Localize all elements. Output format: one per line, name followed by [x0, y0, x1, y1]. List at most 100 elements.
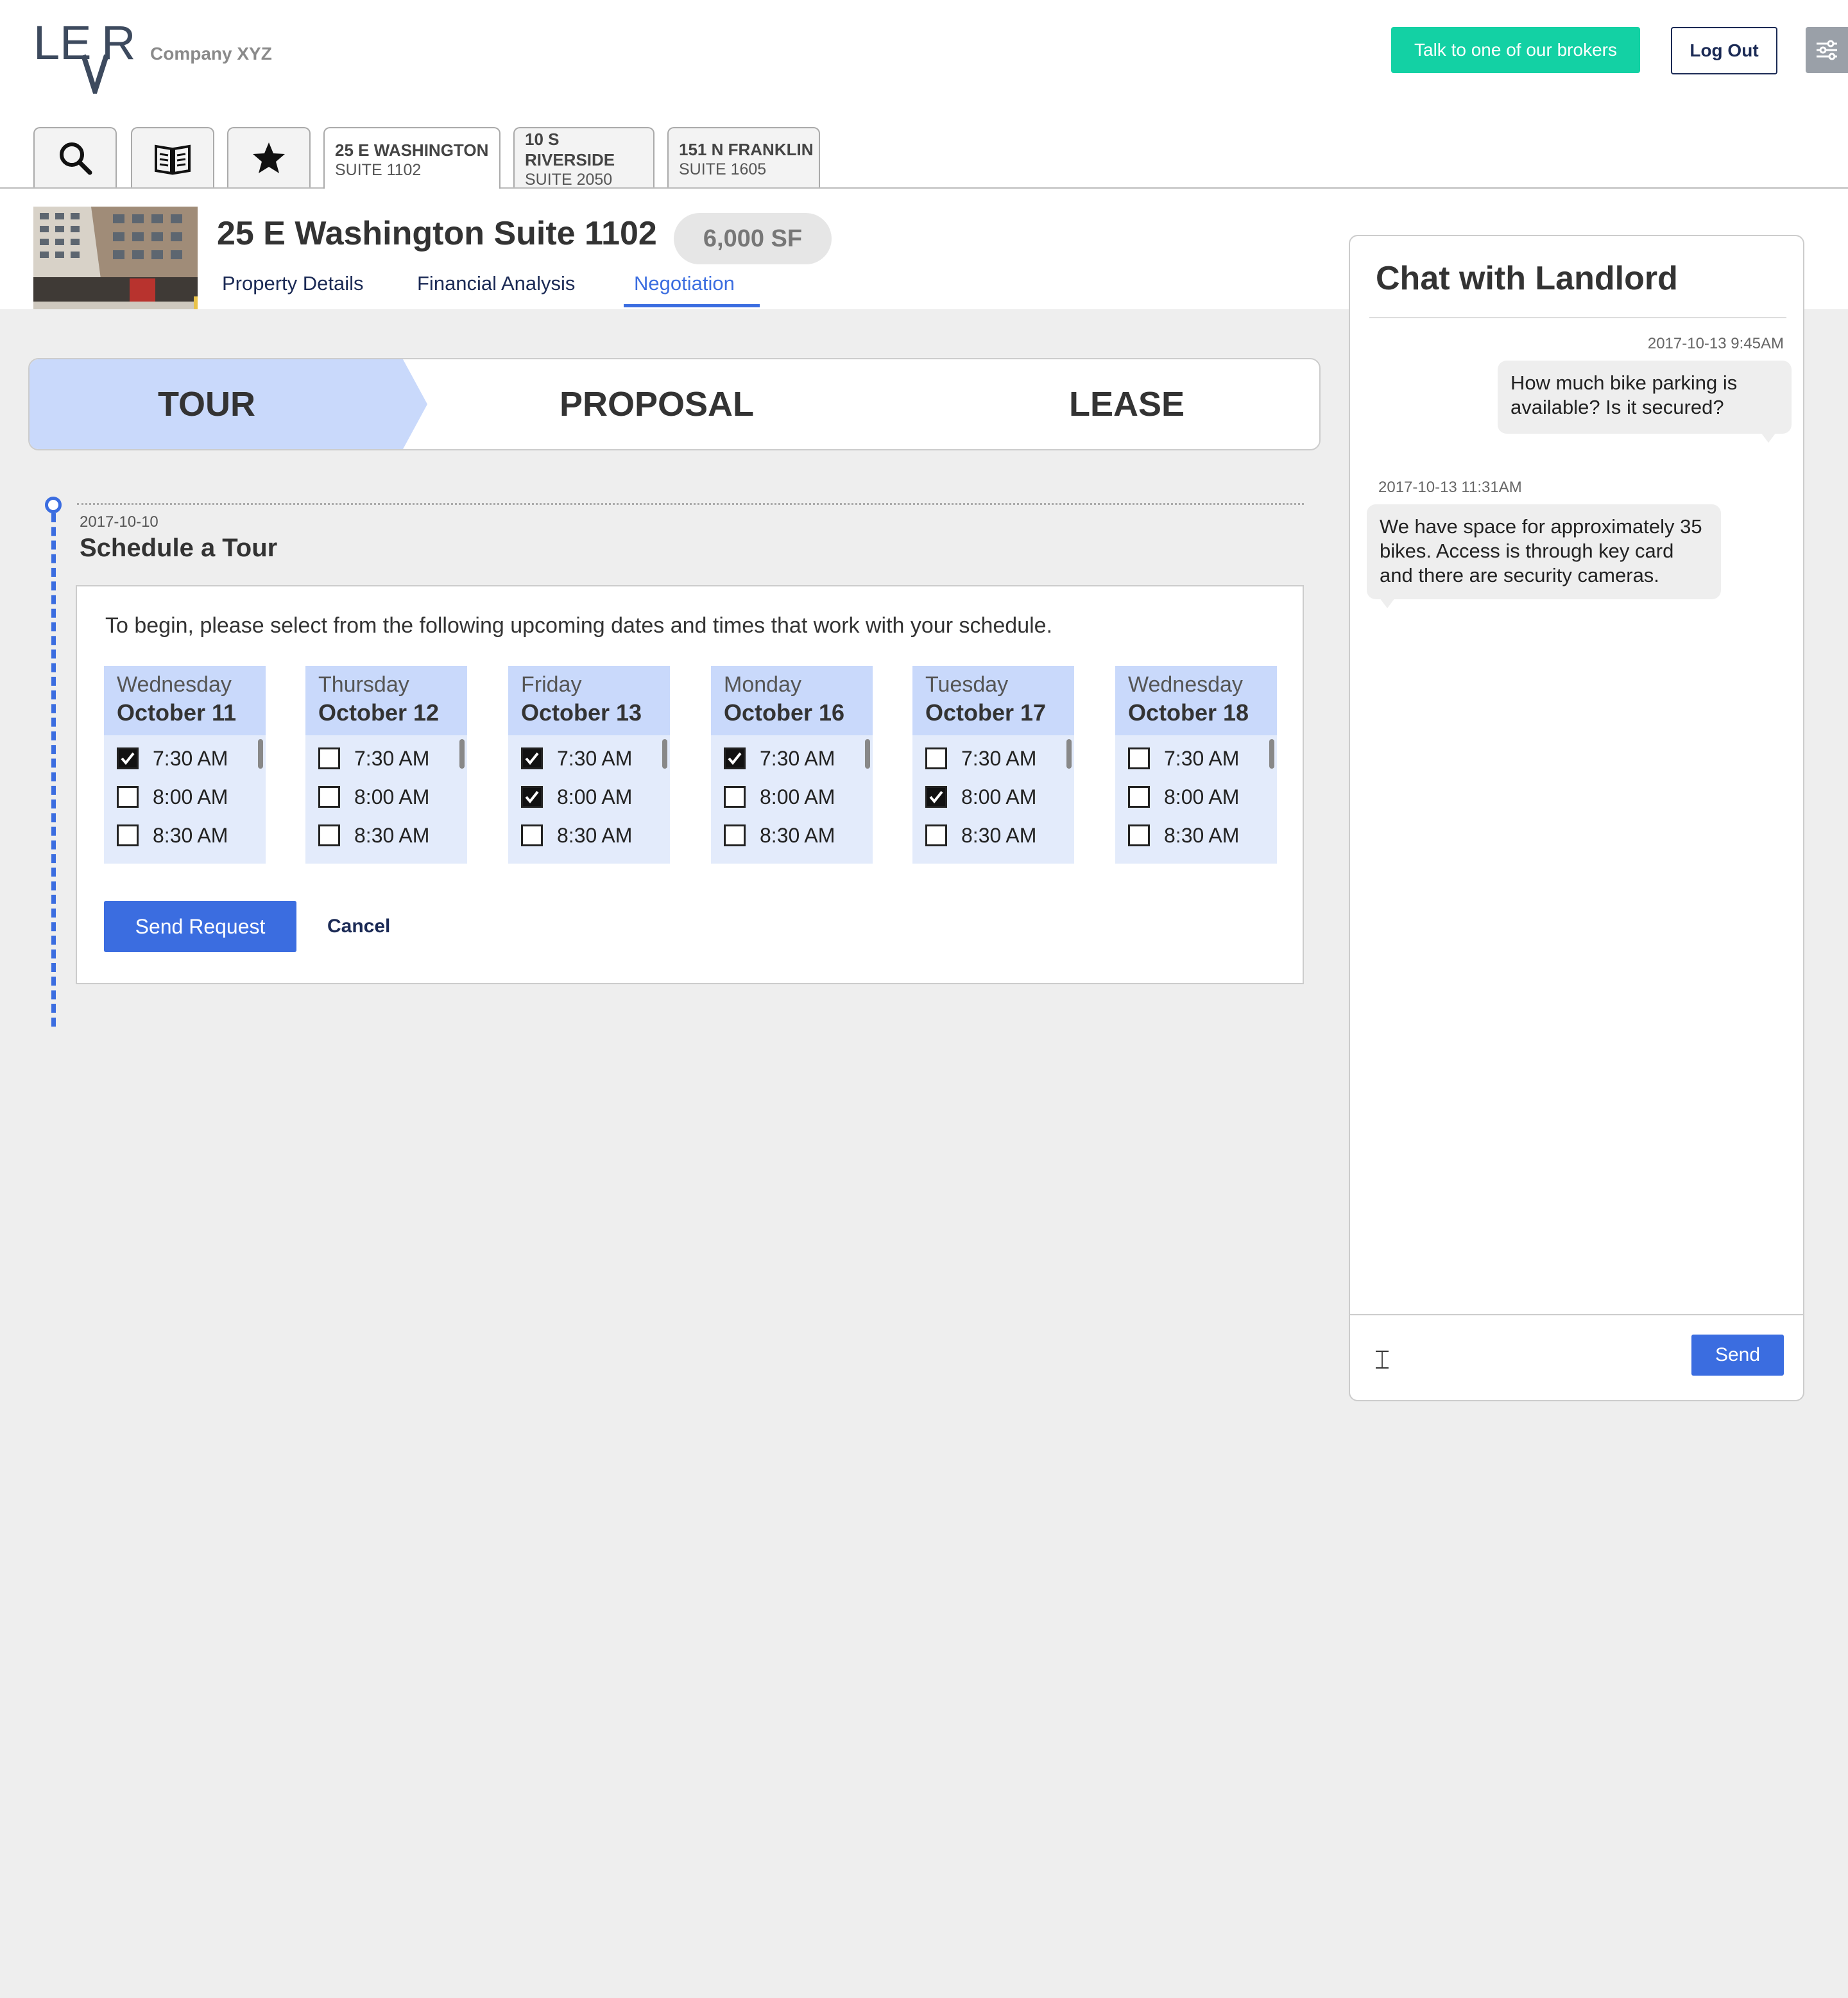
day-scrollbar[interactable]	[1066, 739, 1072, 769]
chat-title: Chat with Landlord	[1376, 260, 1678, 297]
time-slot[interactable]: 8:00 AM	[521, 784, 632, 810]
time-slot[interactable]: 8:00 AM	[117, 784, 228, 810]
day-weekday: Thursday	[318, 672, 409, 697]
chat-input[interactable]: ⌶ Send	[1350, 1314, 1803, 1400]
settings-button[interactable]	[1806, 27, 1848, 73]
time-slot-label: 8:30 AM	[557, 823, 633, 847]
time-slot-checkbox[interactable]	[521, 786, 543, 808]
time-slot[interactable]: 7:30 AM	[925, 746, 1036, 771]
day-scrollbar[interactable]	[865, 739, 870, 769]
text-cursor-icon: ⌶	[1374, 1346, 1390, 1374]
logout-button[interactable]: Log Out	[1671, 27, 1777, 74]
day-scrollbar[interactable]	[459, 739, 465, 769]
day-column: Tuesday October 17 7:30 AM 8:00 AM 8:30 AM	[912, 666, 1074, 864]
step-tour[interactable]: TOUR	[158, 359, 255, 449]
time-slot[interactable]: 7:30 AM	[117, 746, 228, 771]
chat-divider	[1369, 317, 1786, 318]
day-column: Monday October 16 7:30 AM 8:00 AM 8:30 AM	[711, 666, 873, 864]
time-slot[interactable]: 7:30 AM	[318, 746, 429, 771]
subtab-financial-analysis[interactable]: Financial Analysis	[417, 272, 575, 295]
time-slot[interactable]: 8:30 AM	[521, 823, 632, 848]
top-bar: LE R Company XYZ Talk to one of our brok…	[0, 0, 1848, 189]
day-header: Thursday October 12	[305, 666, 467, 735]
time-slot[interactable]: 8:30 AM	[117, 823, 228, 848]
time-slot[interactable]: 8:00 AM	[925, 784, 1036, 810]
tab-favorites[interactable]	[227, 127, 311, 187]
time-slot-label: 7:30 AM	[354, 746, 430, 770]
cancel-button[interactable]: Cancel	[327, 901, 390, 952]
message-timestamp: 2017-10-13 11:31AM	[1378, 479, 1522, 496]
talk-to-broker-button[interactable]: Talk to one of our brokers	[1391, 27, 1640, 73]
day-scrollbar[interactable]	[258, 739, 263, 769]
time-slot[interactable]: 8:30 AM	[1128, 823, 1239, 848]
time-slot-checkbox[interactable]	[117, 824, 139, 846]
time-slot-label: 8:30 AM	[760, 823, 835, 847]
tab-property-2[interactable]: 10 S RIVERSIDE SUITE 2050	[513, 127, 654, 189]
time-slot[interactable]: 7:30 AM	[724, 746, 835, 771]
day-scrollbar[interactable]	[662, 739, 667, 769]
time-slot-checkbox[interactable]	[724, 747, 746, 769]
time-slot-checkbox[interactable]	[521, 747, 543, 769]
time-slot-checkbox[interactable]	[1128, 824, 1150, 846]
time-slot[interactable]: 8:00 AM	[1128, 784, 1239, 810]
time-slot-checkbox[interactable]	[724, 824, 746, 846]
tab-property-1[interactable]: 25 E WASHINGTON SUITE 1102	[323, 127, 501, 189]
time-slot[interactable]: 8:30 AM	[318, 823, 429, 848]
tab-reading[interactable]	[131, 127, 214, 187]
time-slot-label: 8:30 AM	[961, 823, 1037, 847]
time-slot-label: 8:30 AM	[1164, 823, 1240, 847]
schedule-instructions: To begin, please select from the followi…	[105, 613, 1053, 638]
day-date: October 11	[117, 699, 237, 726]
time-slot-checkbox[interactable]	[925, 747, 947, 769]
time-slot-checkbox[interactable]	[521, 824, 543, 846]
tab-property-3[interactable]: 151 N FRANKLIN SUITE 1605	[667, 127, 820, 187]
day-column: Wednesday October 11 7:30 AM 8:00 AM 8:30 AM	[104, 666, 266, 864]
message-tail	[1761, 432, 1776, 443]
day-date: October 16	[724, 699, 845, 726]
day-scrollbar[interactable]	[1269, 739, 1274, 769]
time-slot-label: 8:00 AM	[760, 785, 835, 808]
levr-logo[interactable]: LE R	[33, 19, 136, 94]
time-slot-checkbox[interactable]	[117, 786, 139, 808]
time-slot-checkbox[interactable]	[1128, 786, 1150, 808]
time-slot-checkbox[interactable]	[925, 786, 947, 808]
tab-search[interactable]	[33, 127, 117, 187]
day-weekday: Monday	[724, 672, 801, 697]
day-header: Wednesday October 11	[104, 666, 266, 735]
checkmark-icon	[929, 790, 943, 804]
timeline-line	[51, 513, 56, 1027]
subtab-property-details[interactable]: Property Details	[222, 272, 364, 295]
tab-property-street: 25 E WASHINGTON	[335, 141, 489, 160]
time-slot-checkbox[interactable]	[925, 824, 947, 846]
time-slot-checkbox[interactable]	[318, 747, 340, 769]
time-slot-label: 7:30 AM	[153, 746, 228, 770]
time-slot[interactable]: 7:30 AM	[1128, 746, 1239, 771]
day-header: Friday October 13	[508, 666, 670, 735]
send-request-button[interactable]: Send Request	[104, 901, 296, 952]
message-received: We have space for approximately 35 bikes…	[1367, 504, 1721, 599]
chat-panel: Chat with Landlord 2017-10-13 9:45AM How…	[1349, 235, 1804, 1401]
message-sent: How much bike parking is available? Is i…	[1498, 361, 1792, 434]
subtab-negotiation[interactable]: Negotiation	[634, 272, 735, 295]
step-lease[interactable]: LEASE	[1069, 359, 1185, 449]
star-icon	[253, 142, 285, 173]
time-slot[interactable]: 8:30 AM	[925, 823, 1036, 848]
step-proposal[interactable]: PROPOSAL	[560, 359, 754, 449]
time-slot[interactable]: 7:30 AM	[521, 746, 632, 771]
day-column: Friday October 13 7:30 AM 8:00 AM 8:30 AM	[508, 666, 670, 864]
tab-property-suite: SUITE 1102	[335, 161, 422, 179]
time-slot[interactable]: 8:30 AM	[724, 823, 835, 848]
time-slot-checkbox[interactable]	[1128, 747, 1150, 769]
time-slot-label: 8:00 AM	[354, 785, 430, 808]
time-slot-checkbox[interactable]	[318, 824, 340, 846]
time-slot-checkbox[interactable]	[318, 786, 340, 808]
time-slot-label: 8:00 AM	[557, 785, 633, 808]
sliders-icon	[1817, 40, 1837, 60]
time-slot[interactable]: 8:00 AM	[724, 784, 835, 810]
time-slot[interactable]: 8:00 AM	[318, 784, 429, 810]
time-slot-checkbox[interactable]	[117, 747, 139, 769]
time-slot-label: 8:00 AM	[961, 785, 1037, 808]
time-slot-checkbox[interactable]	[724, 786, 746, 808]
tab-property-suite: SUITE 1605	[679, 160, 767, 178]
chat-send-button[interactable]: Send	[1691, 1335, 1784, 1376]
